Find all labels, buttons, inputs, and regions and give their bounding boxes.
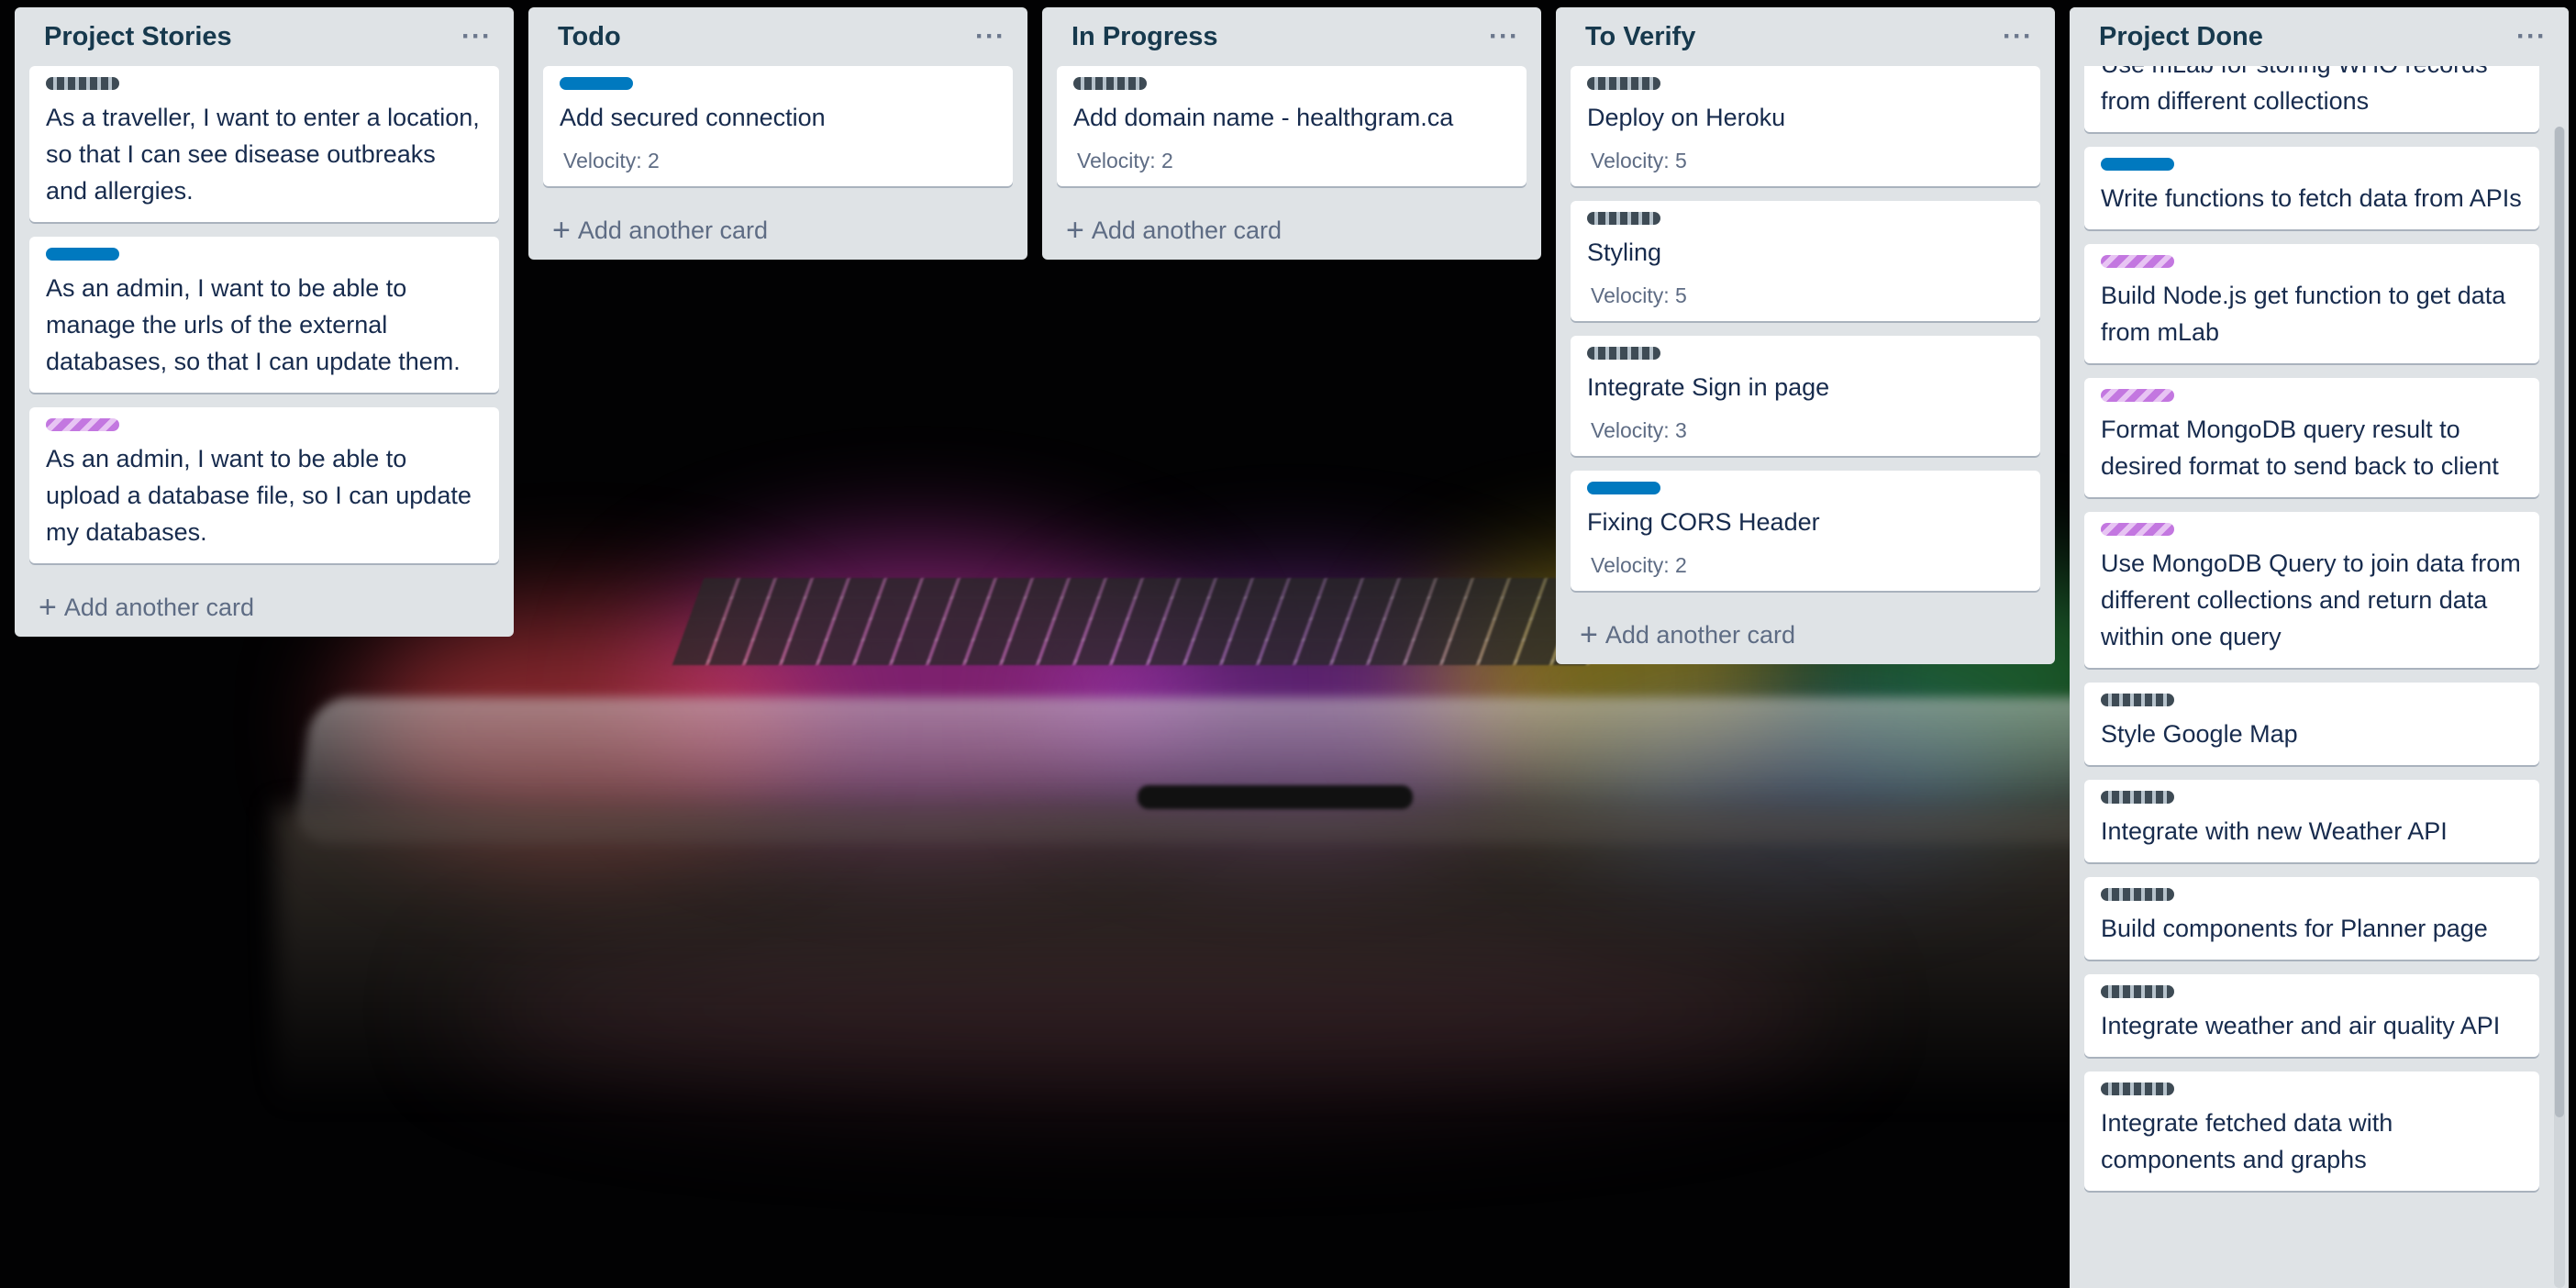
card-label[interactable]	[2101, 255, 2174, 268]
card-label[interactable]	[1587, 482, 1660, 494]
card-label[interactable]	[1587, 77, 1660, 90]
card-velocity: Velocity: 2	[563, 149, 660, 172]
add-card-button[interactable]: + Add another card	[1556, 605, 2055, 664]
card-title: Add secured connection	[560, 104, 826, 131]
card-label[interactable]	[1587, 347, 1660, 360]
list-project-done: Project Done ··· Use mLab for storing WH…	[2070, 7, 2569, 1288]
card[interactable]: Integrate weather and air quality API	[2084, 974, 2539, 1057]
card-list: Add domain name - healthgram.ca Velocity…	[1042, 66, 1541, 186]
plus-icon: +	[1066, 213, 1084, 248]
card-title: Format MongoDB query result to desired f…	[2101, 416, 2499, 480]
card[interactable]: Styling Velocity: 5	[1571, 201, 2040, 321]
list-header: Project Done ···	[2070, 7, 2569, 66]
card-label[interactable]	[1073, 77, 1147, 90]
plus-icon: +	[39, 590, 57, 625]
list-title[interactable]: Todo	[558, 22, 621, 52]
list-header: In Progress ···	[1042, 7, 1541, 66]
card-label[interactable]	[46, 418, 119, 431]
card-list: As a traveller, I want to enter a locati…	[15, 66, 514, 563]
card-list: Use mLab for storing WHO records from di…	[2070, 35, 2554, 1205]
card[interactable]: Add secured connection Velocity: 2	[543, 66, 1013, 186]
card-title: Integrate fetched data with components a…	[2101, 1109, 2393, 1173]
card[interactable]: Fixing CORS Header Velocity: 2	[1571, 471, 2040, 591]
card-label[interactable]	[560, 77, 633, 90]
card-label[interactable]	[2101, 158, 2174, 171]
card-title: As a traveller, I want to enter a locati…	[46, 104, 480, 205]
card-label[interactable]	[2101, 694, 2174, 706]
list-todo: Todo ··· Add secured connection Velocity…	[528, 7, 1027, 260]
list-header: Project Stories ···	[15, 7, 514, 66]
card[interactable]: Style Google Map	[2084, 683, 2539, 765]
card-velocity: Velocity: 2	[1077, 149, 1173, 172]
list-in-progress: In Progress ··· Add domain name - health…	[1042, 7, 1541, 260]
card-title: Integrate weather and air quality API	[2101, 1012, 2501, 1039]
card[interactable]: Add domain name - healthgram.ca Velocity…	[1057, 66, 1527, 186]
list-scrollbar[interactable]	[2554, 127, 2565, 1288]
card-label[interactable]	[2101, 523, 2174, 536]
list-title[interactable]: Project Done	[2099, 22, 2263, 52]
card-velocity: Velocity: 5	[1591, 149, 1687, 172]
card-label[interactable]	[2101, 389, 2174, 402]
card-title: Write functions to fetch data from APIs	[2101, 184, 2522, 212]
card-velocity: Velocity: 2	[1591, 553, 1687, 577]
card-title: Use MongoDB Query to join data from diff…	[2101, 550, 2521, 650]
card-label[interactable]	[2101, 791, 2174, 804]
card[interactable]: Build components for Planner page	[2084, 877, 2539, 960]
list-menu-icon[interactable]: ···	[1482, 23, 1527, 50]
list-menu-icon[interactable]: ···	[968, 23, 1013, 50]
list-to-verify: To Verify ··· Deploy on Heroku Velocity:…	[1556, 7, 2055, 664]
card-title: As an admin, I want to be able to upload…	[46, 445, 472, 546]
card-label[interactable]	[46, 248, 119, 261]
list-menu-icon[interactable]: ···	[454, 23, 499, 50]
list-header: To Verify ···	[1556, 7, 2055, 66]
add-card-label: Add another card	[1604, 620, 1795, 649]
list-menu-icon[interactable]: ···	[2509, 23, 2554, 50]
card[interactable]: As a traveller, I want to enter a locati…	[29, 66, 499, 222]
plus-icon: +	[1580, 617, 1598, 652]
card[interactable]: As an admin, I want to be able to manage…	[29, 237, 499, 393]
list-title[interactable]: Project Stories	[44, 22, 232, 52]
card-label[interactable]	[2101, 1083, 2174, 1095]
card-title: Build components for Planner page	[2101, 915, 2488, 942]
card-velocity: Velocity: 5	[1591, 283, 1687, 307]
card[interactable]: Write functions to fetch data from APIs	[2084, 147, 2539, 229]
card-label[interactable]	[1587, 212, 1660, 225]
list-title[interactable]: To Verify	[1585, 22, 1695, 52]
card[interactable]: Deploy on Heroku Velocity: 5	[1571, 66, 2040, 186]
card[interactable]: Build Node.js get function to get data f…	[2084, 244, 2539, 363]
card-label[interactable]	[46, 77, 119, 90]
list-title[interactable]: In Progress	[1071, 22, 1218, 52]
plus-icon: +	[552, 213, 571, 248]
add-card-button[interactable]: + Add another card	[528, 201, 1027, 260]
card-title: Integrate with new Weather API	[2101, 817, 2448, 845]
card[interactable]: As an admin, I want to be able to upload…	[29, 407, 499, 563]
add-card-button[interactable]: + Add another card	[15, 578, 514, 637]
list-menu-icon[interactable]: ···	[1995, 23, 2040, 50]
add-card-button[interactable]: + Add another card	[1042, 201, 1541, 260]
card-list: Deploy on Heroku Velocity: 5 Styling Vel…	[1556, 66, 2055, 591]
list-scrollbar-thumb[interactable]	[2555, 127, 2564, 1117]
card[interactable]: Integrate Sign in page Velocity: 3	[1571, 336, 2040, 456]
card-velocity: Velocity: 3	[1591, 418, 1687, 442]
add-card-label: Add another card	[577, 216, 768, 244]
card-title: Fixing CORS Header	[1587, 508, 1820, 536]
card-title: Style Google Map	[2101, 720, 2298, 748]
add-card-label: Add another card	[63, 593, 254, 621]
card-title: Styling	[1587, 239, 1662, 266]
card[interactable]: Integrate with new Weather API	[2084, 780, 2539, 862]
list-project-stories: Project Stories ··· As a traveller, I wa…	[15, 7, 514, 637]
card-list: Add secured connection Velocity: 2	[528, 66, 1027, 186]
card[interactable]: Use MongoDB Query to join data from diff…	[2084, 512, 2539, 668]
card[interactable]: Format MongoDB query result to desired f…	[2084, 378, 2539, 497]
card-label[interactable]	[2101, 985, 2174, 998]
card-label[interactable]	[2101, 888, 2174, 901]
add-card-label: Add another card	[1091, 216, 1282, 244]
card[interactable]: Integrate fetched data with components a…	[2084, 1071, 2539, 1191]
card-title: As an admin, I want to be able to manage…	[46, 274, 461, 375]
card-title: Build Node.js get function to get data f…	[2101, 282, 2506, 346]
card-title: Add domain name - healthgram.ca	[1073, 104, 1454, 131]
list-header: Todo ···	[528, 7, 1027, 66]
card-title: Integrate Sign in page	[1587, 373, 1830, 401]
card-title: Deploy on Heroku	[1587, 104, 1786, 131]
